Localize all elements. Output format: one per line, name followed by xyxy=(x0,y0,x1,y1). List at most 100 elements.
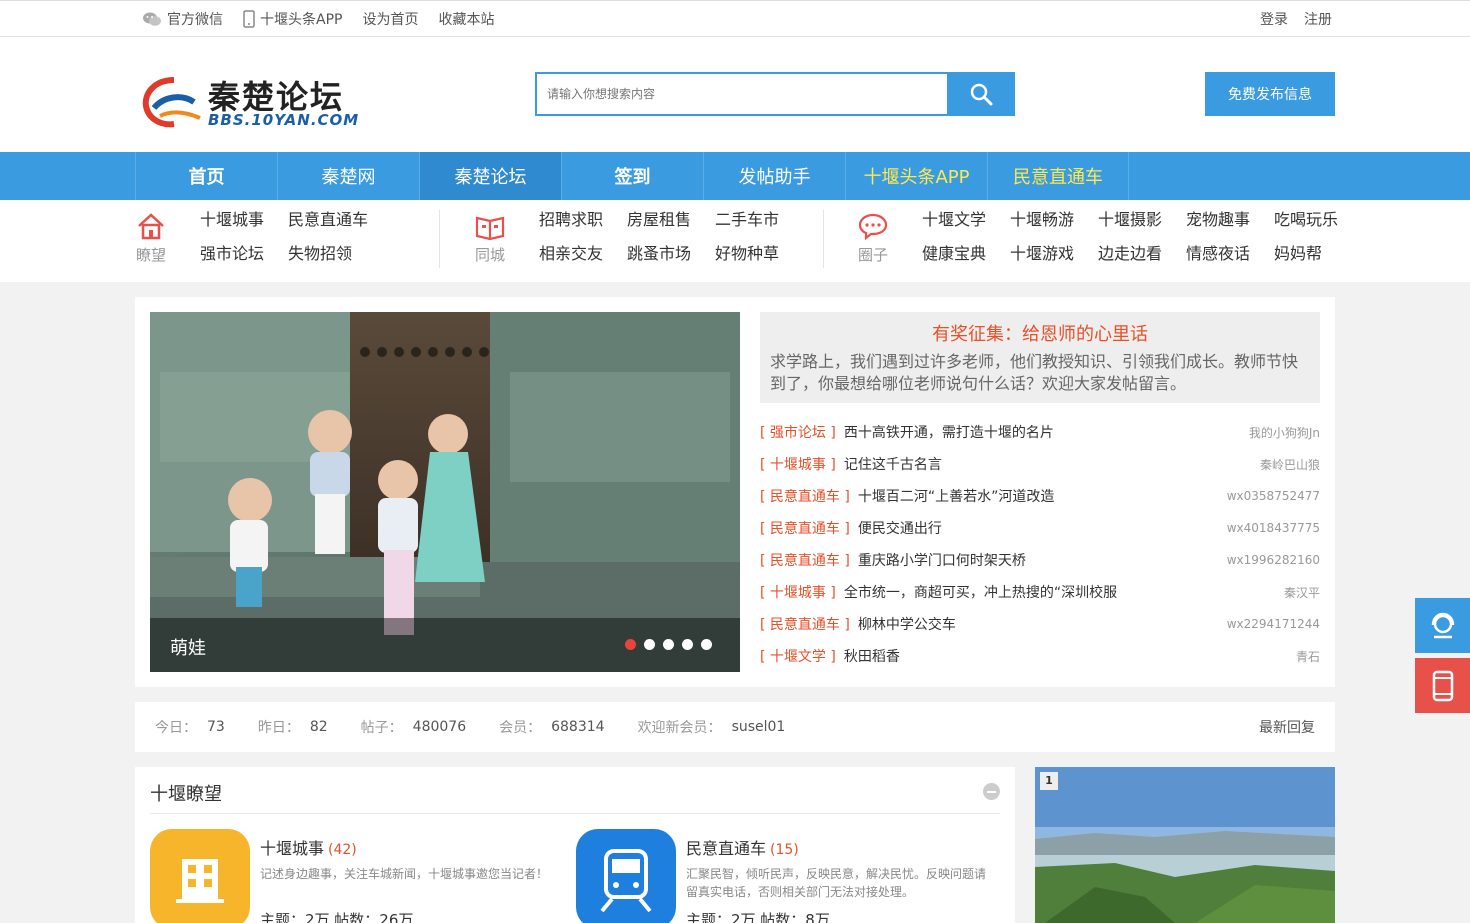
topic-title[interactable]: 记住这千古名言 xyxy=(844,454,1260,474)
subnav-link[interactable]: 跳蚤市场 xyxy=(627,244,715,264)
wechat-link[interactable]: 官方微信 xyxy=(142,9,223,29)
subnav-link[interactable]: 二手车市 xyxy=(715,210,803,230)
topic-category[interactable]: [ 民意直通车 ] xyxy=(760,550,850,570)
topic-category[interactable]: [ 民意直通车 ] xyxy=(760,486,850,506)
topic-title[interactable]: 重庆路小学门口何时架天桥 xyxy=(858,550,1227,570)
topic-title[interactable]: 十堰百二河“上善若水”河道改造 xyxy=(858,486,1227,506)
topic-author[interactable]: wx4018437775 xyxy=(1227,521,1320,535)
topic-row[interactable]: [ 民意直通车 ] 十堰百二河“上善若水”河道改造 wx0358752477 xyxy=(760,480,1320,512)
topic-category[interactable]: [ 民意直通车 ] xyxy=(760,518,850,538)
board-name[interactable]: 十堰城事 (42) xyxy=(260,835,357,859)
set-homepage-link[interactable]: 设为首页 xyxy=(362,9,418,29)
topic-category[interactable]: [ 强市论坛 ] xyxy=(760,422,836,442)
login-link[interactable]: 登录 xyxy=(1260,9,1288,29)
slider-dot[interactable] xyxy=(644,639,655,650)
slider-dots xyxy=(625,639,712,650)
outlook-category[interactable]: 瞭望 xyxy=(135,212,167,265)
subnav-link[interactable]: 吃喝玩乐 xyxy=(1274,210,1346,230)
topic-title[interactable]: 柳林中学公交车 xyxy=(858,614,1227,634)
local-category[interactable]: 同城 xyxy=(474,212,506,265)
subnav-link[interactable]: 情感夜话 xyxy=(1186,244,1274,264)
bookmark-link[interactable]: 收藏本站 xyxy=(438,9,494,29)
subnav-link[interactable]: 十堰游戏 xyxy=(1010,244,1098,264)
slider-dot[interactable] xyxy=(625,639,636,650)
search-button[interactable] xyxy=(947,72,1015,116)
subnav-link[interactable]: 边走边看 xyxy=(1098,244,1186,264)
topic-row[interactable]: [ 民意直通车 ] 便民交通出行 wx4018437775 xyxy=(760,512,1320,544)
slider-dot[interactable] xyxy=(663,639,674,650)
nav-item-post-help[interactable]: 发帖助手 xyxy=(703,152,845,200)
topic-title[interactable]: 西十高铁开通，需打造十堰的名片 xyxy=(844,422,1249,442)
search-input[interactable] xyxy=(537,74,948,114)
outlook-links: 十堰城事 民意直通车 强市论坛 失物招领 xyxy=(200,210,376,264)
nav-item-home[interactable]: 首页 xyxy=(135,152,277,200)
topic-title[interactable]: 便民交通出行 xyxy=(858,518,1227,538)
board-title[interactable]: 十堰城事 xyxy=(260,839,324,858)
subnav-link[interactable]: 房屋租售 xyxy=(627,210,715,230)
topic-author[interactable]: wx0358752477 xyxy=(1227,489,1320,503)
topic-author[interactable]: 我的小狗狗Jn xyxy=(1249,424,1320,441)
topic-author[interactable]: 秦汉平 xyxy=(1284,584,1320,601)
nav-item-app[interactable]: 十堰头条APP xyxy=(845,152,987,200)
nav-item-qinchu-net[interactable]: 秦楚网 xyxy=(277,152,419,200)
topic-row[interactable]: [ 十堰城事 ] 记住这千古名言 秦岭巴山狼 xyxy=(760,448,1320,480)
collapse-icon[interactable] xyxy=(983,783,1000,800)
topic-row[interactable]: [ 强市论坛 ] 西十高铁开通，需打造十堰的名片 我的小狗狗Jn xyxy=(760,416,1320,448)
free-post-button[interactable]: 免费发布信息 xyxy=(1205,72,1335,116)
circle-category[interactable]: 圈子 xyxy=(857,212,889,265)
subnav-link[interactable]: 招聘求职 xyxy=(539,210,627,230)
subnav-link[interactable]: 相亲交友 xyxy=(539,244,627,264)
header: 秦楚论坛 BBS.10YAN.COM 免费发布信息 xyxy=(0,37,1470,152)
board-name[interactable]: 民意直通车 (15) xyxy=(686,835,799,859)
subnav-link[interactable]: 失物招领 xyxy=(288,244,376,264)
mobile-app-button[interactable] xyxy=(1415,658,1470,713)
board-count: (15) xyxy=(770,842,799,858)
topic-title[interactable]: 全市统一，商超可买，冲上热搜的“深圳校服 xyxy=(844,582,1284,602)
topic-row[interactable]: [ 十堰文学 ] 秋田稻香 青石 xyxy=(760,640,1320,672)
landscape-photo xyxy=(1035,767,1335,923)
board-public-opinion[interactable]: 民意直通车 (15) 汇聚民智，倾听民声，反映民意，解决民忧。反映问题请留真实电话… xyxy=(576,829,996,923)
headline-box[interactable]: 有奖征集：给恩师的心里话 求学路上，我们遇到过许多老师，他们教授知识、引领我们成… xyxy=(760,312,1320,403)
latest-replies-link[interactable]: 最新回复 xyxy=(1259,717,1315,737)
topic-row[interactable]: [ 民意直通车 ] 柳林中学公交车 wx2294171244 xyxy=(760,608,1320,640)
customer-service-button[interactable] xyxy=(1415,598,1470,653)
topic-row[interactable]: [ 民意直通车 ] 重庆路小学门口何时架天桥 wx1996282160 xyxy=(760,544,1320,576)
topic-author[interactable]: wx1996282160 xyxy=(1227,553,1320,567)
app-link[interactable]: 十堰头条APP xyxy=(243,9,342,29)
nav-item-forum[interactable]: 秦楚论坛 xyxy=(419,152,561,200)
topic-author[interactable]: 青石 xyxy=(1296,648,1320,665)
subnav-link[interactable]: 宠物趣事 xyxy=(1186,210,1274,230)
subnav-link[interactable]: 好物种草 xyxy=(715,244,803,264)
headline-title[interactable]: 有奖征集：给恩师的心里话 xyxy=(760,320,1320,346)
topic-author[interactable]: 秦岭巴山狼 xyxy=(1260,456,1320,473)
topic-row[interactable]: [ 十堰城事 ] 全市统一，商超可买，冲上热搜的“深圳校服 秦汉平 xyxy=(760,576,1320,608)
side-ad-slider[interactable]: 1 xyxy=(1035,767,1335,923)
slider-dot[interactable] xyxy=(682,639,693,650)
slider-dot[interactable] xyxy=(701,639,712,650)
subnav-link[interactable]: 健康宝典 xyxy=(922,244,1010,264)
subnav-link[interactable]: 十堰城事 xyxy=(200,210,288,230)
subnav-link[interactable]: 十堰摄影 xyxy=(1098,210,1186,230)
site-logo[interactable]: 秦楚论坛 BBS.10YAN.COM xyxy=(140,70,360,130)
subnav-link[interactable]: 强市论坛 xyxy=(200,244,288,264)
new-member-link[interactable]: susel01 xyxy=(732,719,786,735)
train-icon[interactable] xyxy=(576,829,676,923)
nav-item-checkin[interactable]: 签到 xyxy=(561,152,703,200)
subnav-link[interactable]: 妈妈帮 xyxy=(1274,244,1346,264)
building-icon[interactable] xyxy=(150,829,250,923)
register-link[interactable]: 注册 xyxy=(1304,9,1332,29)
topic-category[interactable]: [ 民意直通车 ] xyxy=(760,614,850,634)
topic-category[interactable]: [ 十堰城事 ] xyxy=(760,582,836,602)
topic-category[interactable]: [ 十堰城事 ] xyxy=(760,454,836,474)
board-city-affairs[interactable]: 十堰城事 (42) 记述身边趣事，关注车城新闻，十堰城事邀您当记者！ 主题：2万 … xyxy=(150,829,570,923)
topic-title[interactable]: 秋田稻香 xyxy=(844,646,1296,666)
topic-author[interactable]: wx2294171244 xyxy=(1227,617,1320,631)
subnav-link[interactable]: 民意直通车 xyxy=(288,210,376,230)
board-title[interactable]: 民意直通车 xyxy=(686,839,766,858)
nav-item-public-opinion[interactable]: 民意直通车 xyxy=(987,152,1129,200)
image-slider[interactable]: 萌娃 xyxy=(150,312,740,672)
topic-category[interactable]: [ 十堰文学 ] xyxy=(760,646,836,666)
posts-label: 帖子： xyxy=(360,720,403,736)
subnav-link[interactable]: 十堰畅游 xyxy=(1010,210,1098,230)
subnav-link[interactable]: 十堰文学 xyxy=(922,210,1010,230)
